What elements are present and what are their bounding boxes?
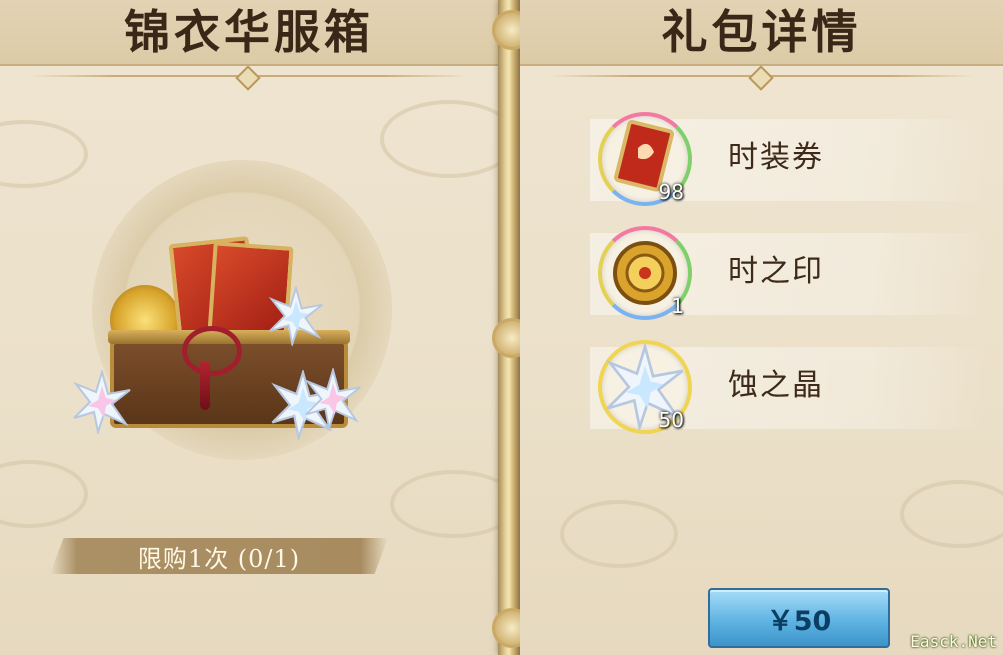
tassel-icon bbox=[200, 362, 210, 410]
watermark-text: Easck.Net bbox=[910, 632, 997, 651]
cloud-ornament bbox=[0, 120, 88, 188]
gift-details-title: 礼包详情 bbox=[661, 5, 862, 59]
reward-item[interactable]: 50 蚀之晶 bbox=[550, 332, 990, 442]
crystal-star-icon bbox=[268, 286, 323, 346]
gift-details-panel: 礼包详情 98 时装券 1 时之印 50 蚀之晶 bbox=[520, 0, 1003, 655]
purchase-limit-text: 限购1次 (0/1) bbox=[137, 544, 301, 573]
cloud-ornament bbox=[0, 460, 88, 528]
reward-name: 时装券 bbox=[728, 140, 824, 175]
title-ornament-icon bbox=[235, 65, 261, 91]
reward-item[interactable]: 1 时之印 bbox=[550, 218, 990, 328]
reward-name: 蚀之晶 bbox=[728, 368, 824, 403]
cloud-ornament bbox=[560, 500, 678, 568]
crystal-star-icon bbox=[72, 370, 131, 434]
gift-box-title: 锦衣华服箱 bbox=[124, 5, 374, 59]
ribbon-knot-icon bbox=[182, 326, 242, 376]
reward-item[interactable]: 98 时装券 bbox=[550, 104, 990, 214]
reward-count: 1 bbox=[671, 294, 684, 318]
reward-count: 50 bbox=[658, 408, 684, 432]
crystal-star-icon bbox=[304, 368, 361, 430]
gift-chest-icon[interactable] bbox=[70, 230, 370, 450]
panel-divider bbox=[492, 0, 532, 655]
gift-box-panel: 锦衣华服箱 限购1次 (0/1) bbox=[0, 0, 518, 655]
cloud-ornament bbox=[900, 480, 1003, 548]
reward-count: 98 bbox=[658, 180, 684, 204]
title-band: 礼包详情 bbox=[520, 0, 1003, 91]
price-label: ￥50 bbox=[766, 605, 832, 637]
title-band: 锦衣华服箱 bbox=[0, 0, 498, 91]
purchase-limit-banner: 限购1次 (0/1) bbox=[50, 538, 388, 574]
title-ornament-icon bbox=[747, 65, 774, 91]
buy-price-button[interactable]: ￥50 bbox=[708, 588, 890, 648]
reward-name: 时之印 bbox=[728, 254, 824, 289]
